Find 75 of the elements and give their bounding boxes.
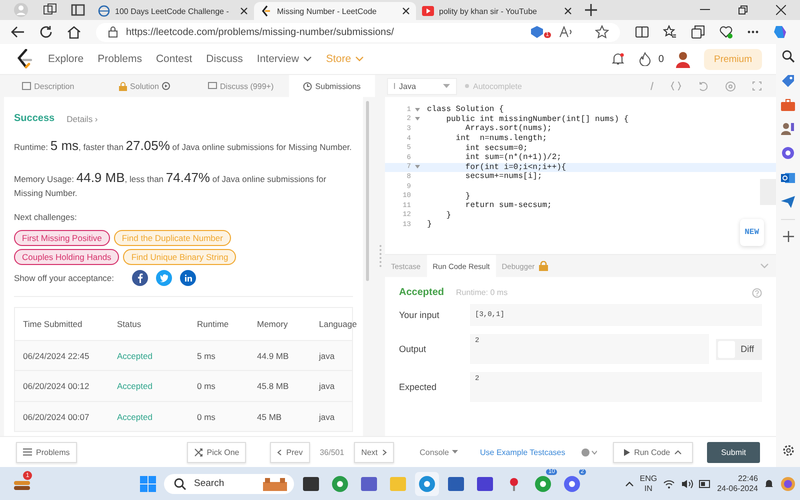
code-line: class Solution { xyxy=(427,105,504,114)
submit-button[interactable]: Submit xyxy=(707,442,760,462)
column-header: Language xyxy=(318,318,357,329)
table-cell-text: java xyxy=(318,412,336,422)
table-cell-text: java xyxy=(318,381,336,391)
challenge-link[interactable]: First Missing Positive xyxy=(14,230,110,246)
code-line: secsum+=nums[i]; xyxy=(464,172,542,182)
nav-link[interactable]: Contest xyxy=(156,53,192,65)
column-header: Time Submitted xyxy=(22,318,84,329)
details-link[interactable]: Details › xyxy=(66,114,98,124)
code-line: return sum-secsum; xyxy=(464,201,552,210)
table-cell-text: 5 ms xyxy=(196,350,216,360)
problems-button[interactable]: Problems xyxy=(16,442,77,462)
nav-link[interactable]: Problems xyxy=(98,53,142,65)
panel-tab[interactable]: Submissions xyxy=(288,75,375,97)
nav-link[interactable]: Discuss xyxy=(206,53,243,65)
search-field[interactable]: Search xyxy=(164,474,294,494)
column-header: Status xyxy=(116,318,142,329)
table-cell-text: 45 MB xyxy=(256,412,283,422)
table-cell-text: 44.9 MB xyxy=(256,350,290,360)
code-line: } xyxy=(464,192,470,201)
table-cell-text: 06/20/2024 00:07 xyxy=(22,412,90,422)
clock-time[interactable]: 22:46 xyxy=(738,474,758,484)
field-label: Expected xyxy=(399,382,438,392)
code-line: } xyxy=(445,210,452,220)
pick-one-button[interactable]: Pick One xyxy=(186,442,246,462)
nav-link[interactable]: Explore xyxy=(48,53,84,65)
nav-link[interactable]: Interview xyxy=(256,53,312,65)
region-text[interactable]: IN xyxy=(644,484,652,494)
code-line: Arrays.sort(nums); xyxy=(464,124,552,134)
status-text: Success xyxy=(14,113,55,124)
runtime-text: Runtime: 5 ms, faster than 27.05% of Java online submissions for Missing Number. xyxy=(14,137,353,155)
table-cell-text: 06/20/2024 00:12 xyxy=(22,381,90,391)
tab-title: Missing Number - LeetCode xyxy=(277,6,378,16)
tab-title: 100 Days LeetCode Challenge - xyxy=(115,6,230,16)
clock-date[interactable]: 24-06-2024 xyxy=(717,484,758,494)
browser-tab[interactable]: Missing Number - LeetCode xyxy=(254,2,416,20)
memory-text: Memory Usage: 44.9 MB, less than 74.47% of Java online submissions for Missing Number. xyxy=(14,168,328,200)
column-header: Memory xyxy=(256,318,289,329)
table-cell-text: 0 ms xyxy=(196,412,216,422)
code-line: int secsum=0; xyxy=(464,144,528,153)
tab-title: polity by khan sir - YouTube xyxy=(439,6,538,16)
language-text[interactable]: ENG xyxy=(640,474,658,484)
next-challenges-label: Next challenges: xyxy=(14,212,78,222)
field-label: Your input xyxy=(399,310,440,320)
diff-toggle[interactable]: Diff xyxy=(716,338,762,360)
browser-tab[interactable]: polity by khan sir - YouTube xyxy=(416,2,578,20)
runtime-text: Runtime: 0 ms xyxy=(456,288,508,297)
share-label: Show off your acceptance: xyxy=(14,272,114,283)
code-line: } xyxy=(427,220,432,230)
result-status: Accepted xyxy=(399,287,444,298)
next-button[interactable]: Next xyxy=(354,442,394,462)
table-cell-text: 0 ms xyxy=(196,381,216,391)
challenge-link[interactable]: Couples Holding Hands xyxy=(14,248,120,265)
run-code-button[interactable]: Run Code xyxy=(613,442,694,462)
column-header: Runtime xyxy=(196,318,230,329)
code-line: public int missingNumber(int[] nums) { xyxy=(445,114,629,124)
table-cell-text: 06/24/2024 22:45 xyxy=(22,350,90,360)
code-line: int sum=(n*(n+1))/2; xyxy=(464,153,562,162)
console-button[interactable]: Console xyxy=(414,446,464,458)
page-indicator: 36/501 xyxy=(320,448,344,456)
table-cell-text: java xyxy=(318,350,336,360)
example-testcases-link[interactable]: Use Example Testcases xyxy=(474,446,572,458)
field-label: Output xyxy=(399,344,428,354)
browser-tab[interactable]: 100 Days LeetCode Challenge - xyxy=(92,2,254,20)
table-cell[interactable]: Accepted xyxy=(109,412,189,422)
table-cell-text: 45.8 MB xyxy=(256,381,290,391)
new-button[interactable]: NEW xyxy=(740,219,764,246)
language-dropdown[interactable]: Java xyxy=(387,78,457,94)
prev-button[interactable]: Prev xyxy=(270,442,310,462)
table-cell[interactable]: Accepted xyxy=(109,381,189,391)
streak-count: 0 xyxy=(658,54,664,64)
table-cell[interactable]: Accepted xyxy=(109,350,189,360)
code-line: for(int i=0;i<n;i++){ xyxy=(464,162,566,172)
code-line: int n=nums.length; xyxy=(454,134,548,144)
